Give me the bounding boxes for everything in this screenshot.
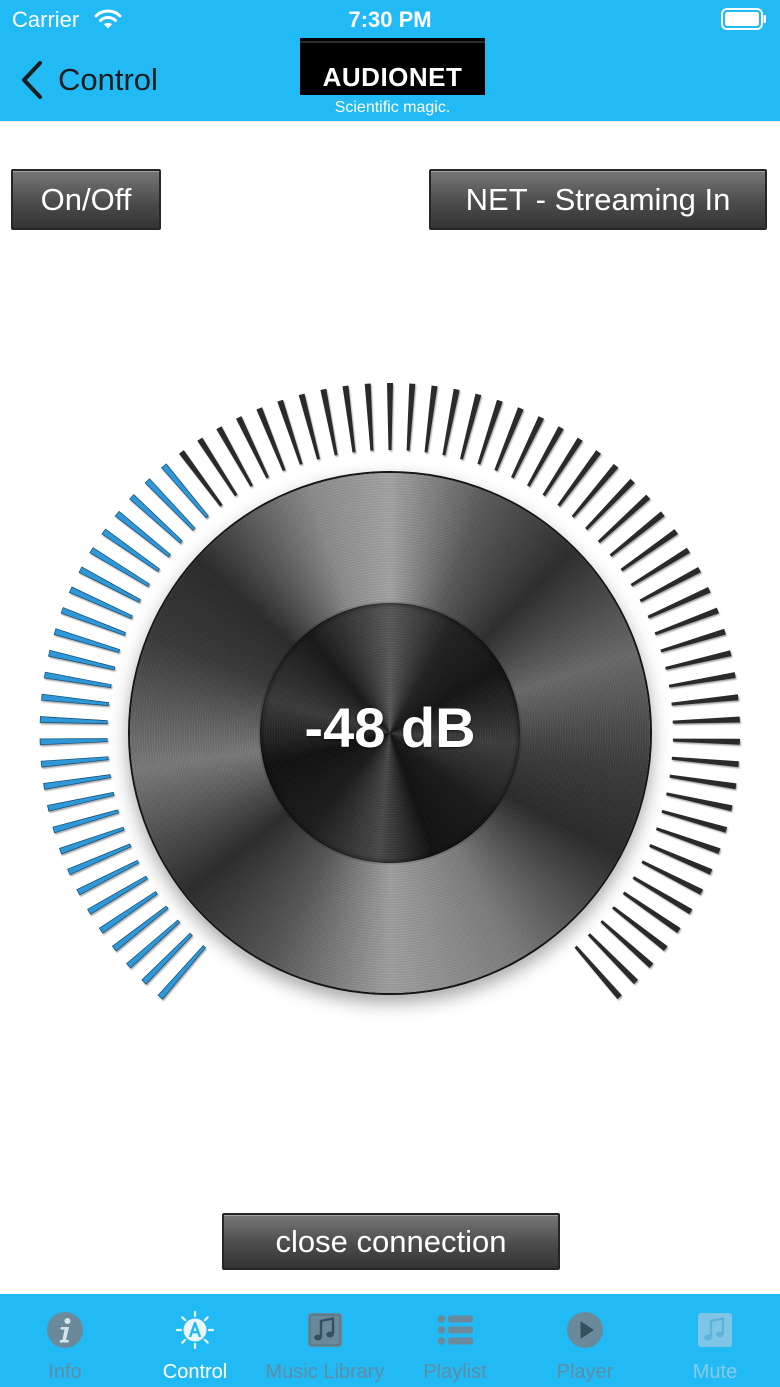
power-button[interactable]: On/Off	[11, 169, 161, 230]
volume-tick	[655, 827, 721, 854]
volume-tick	[661, 809, 728, 833]
back-label: Control	[58, 62, 158, 97]
logo-tagline: Scientific magic.	[334, 99, 451, 116]
volume-tick-active	[53, 628, 121, 653]
volume-tick	[574, 945, 622, 1000]
volume-tick-active	[39, 738, 108, 746]
tab-label: Music Library	[265, 1361, 385, 1383]
volume-tick-active	[40, 756, 109, 768]
input-source-button[interactable]: NET - Streaming In	[429, 169, 767, 230]
volume-tick	[364, 383, 374, 451]
volume-tick	[298, 393, 320, 460]
volume-tick	[424, 385, 438, 453]
volume-knob[interactable]: -48 dB	[130, 473, 650, 993]
close-connection-button[interactable]: close connection	[222, 1213, 560, 1270]
volume-tick	[387, 383, 393, 450]
volume-tick	[612, 906, 668, 951]
volume-tick-active	[129, 494, 183, 544]
playlist-icon	[437, 1315, 473, 1345]
volume-tick	[406, 383, 416, 451]
tab-playlist[interactable]: Playlist	[390, 1294, 520, 1387]
status-time: 7:30 PM	[348, 7, 432, 32]
top-bar: Carrier 7:30 PM Control AUDIONET Scienti…	[0, 0, 780, 121]
volume-tick	[668, 672, 736, 688]
volume-tick-active	[161, 463, 209, 519]
tab-label: Playlist	[423, 1361, 487, 1383]
volume-tick-active	[114, 510, 171, 558]
music-library-icon	[308, 1313, 342, 1347]
volume-tick	[342, 385, 356, 453]
chevron-left-icon	[22, 61, 42, 99]
battery-fill	[725, 12, 759, 26]
tab-mute[interactable]: Mute	[650, 1294, 780, 1387]
info-icon	[47, 1312, 83, 1348]
volume-tick-active	[157, 945, 206, 1000]
volume-tick-active	[111, 905, 169, 952]
volume-tick	[585, 478, 635, 531]
tab-music-library[interactable]: Music Library	[260, 1294, 390, 1387]
tab-control[interactable]: Control	[130, 1294, 260, 1387]
battery-icon	[721, 8, 766, 30]
wifi-icon	[94, 9, 122, 29]
volume-tick	[672, 716, 740, 724]
tab-player[interactable]: Player	[520, 1294, 650, 1387]
volume-tick	[571, 463, 619, 518]
volume-tick	[442, 388, 460, 456]
volume-tick	[660, 628, 726, 653]
tab-bar: Info Control Music Library Playlist Play…	[0, 1294, 780, 1387]
volume-tick-active	[48, 649, 116, 671]
volume-tick-active	[141, 932, 193, 985]
status-carrier: Carrier	[12, 7, 80, 32]
volume-tick-active	[144, 478, 196, 531]
volume-tick	[600, 920, 654, 968]
volume-tick	[665, 650, 732, 670]
volume-tick	[460, 393, 482, 460]
volume-display: -48 dB	[304, 696, 476, 759]
control-icon	[175, 1310, 215, 1350]
volume-tick	[672, 738, 740, 745]
tab-label: Player	[556, 1361, 614, 1383]
mute-icon	[698, 1313, 732, 1347]
volume-tick	[609, 511, 665, 557]
volume-tick-active	[52, 809, 119, 834]
volume-tick	[666, 792, 733, 812]
volume-tick	[620, 529, 678, 572]
volume-tick-active	[43, 671, 112, 688]
volume-tick-active	[39, 716, 108, 724]
volume-tick	[671, 694, 739, 706]
tab-label: Mute	[692, 1361, 738, 1383]
volume-knob-center: -48 dB	[260, 603, 520, 863]
audionet-logo: AUDIONET Scientific magic.	[300, 38, 485, 118]
back-button[interactable]: Control	[20, 58, 158, 102]
volume-tick-active	[41, 693, 109, 706]
volume-tick-active	[43, 774, 111, 790]
volume-tick	[587, 933, 639, 985]
volume-tick-active	[126, 919, 181, 969]
volume-tick	[477, 399, 503, 465]
volume-tick	[557, 450, 601, 507]
volume-tick	[179, 450, 223, 507]
tab-info[interactable]: Info	[0, 1294, 130, 1387]
volume-tick-active	[47, 791, 115, 812]
tab-label: Control	[162, 1361, 228, 1383]
tab-label: Info	[48, 1361, 82, 1383]
volume-tick	[671, 756, 739, 768]
volume-tick	[597, 494, 651, 544]
logo-brand: AUDIONET	[322, 62, 463, 92]
volume-tick	[277, 399, 303, 465]
volume-tick	[320, 388, 338, 456]
volume-tick	[669, 774, 737, 790]
player-icon	[567, 1312, 603, 1348]
